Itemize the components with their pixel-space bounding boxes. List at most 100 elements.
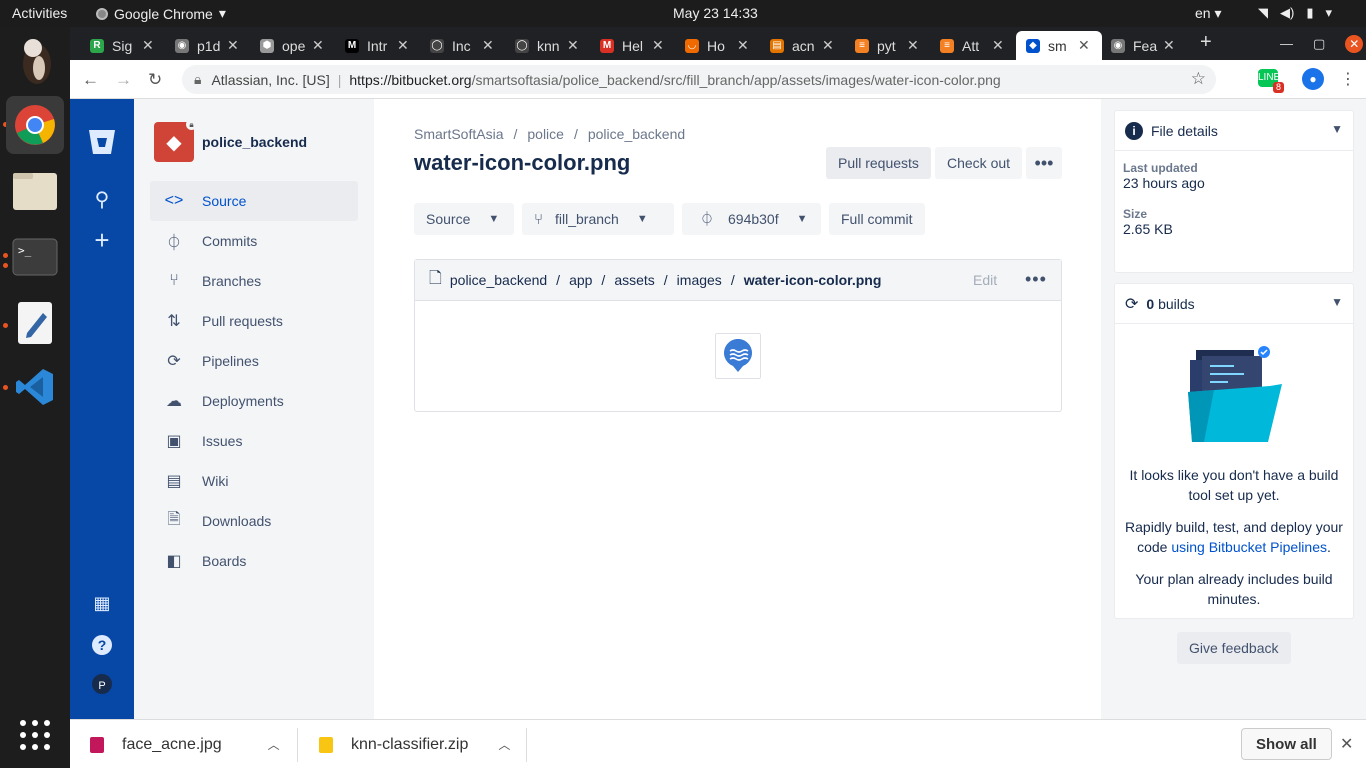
files-app-icon[interactable] xyxy=(6,162,64,220)
close-tab-icon[interactable]: ✕ xyxy=(1163,37,1175,54)
sidebar-item-wiki[interactable]: ▤ Wiki xyxy=(150,461,358,501)
file-more-actions-icon[interactable]: ••• xyxy=(1025,269,1047,290)
address-toolbar: ← → ↻ 🔒︎ Atlassian, Inc. [US] | https://… xyxy=(70,60,1366,99)
clock[interactable]: May 23 14:33 xyxy=(673,5,758,21)
language-indicator[interactable]: en ▾ xyxy=(1195,5,1222,22)
close-tab-icon[interactable]: ✕ xyxy=(1078,37,1090,54)
download-item[interactable]: knn-classifier.zip ︿ xyxy=(319,720,510,768)
close-tab-icon[interactable]: ✕ xyxy=(482,37,494,54)
browser-tab[interactable]: M Intr ✕ xyxy=(335,31,415,60)
give-feedback-button[interactable]: Give feedback xyxy=(1177,632,1291,664)
builds-header[interactable]: ⟳ 0 builds ▼ xyxy=(1115,284,1353,324)
user-avatar[interactable]: P xyxy=(90,672,114,696)
breadcrumb-project[interactable]: police xyxy=(527,126,564,142)
file-details-header[interactable]: i File details ▼ xyxy=(1115,111,1353,151)
breadcrumb-workspace[interactable]: SmartSoftAsia xyxy=(414,126,503,142)
pipelines-link[interactable]: using Bitbucket Pipelines xyxy=(1171,539,1327,555)
browser-tab[interactable]: R Sig ✕ xyxy=(80,31,160,60)
path-segment[interactable]: assets xyxy=(614,272,654,288)
sidebar-item-source[interactable]: <> Source xyxy=(150,181,358,221)
close-tab-icon[interactable]: ✕ xyxy=(142,37,154,54)
chevron-up-icon: ︿ xyxy=(498,738,511,752)
more-actions-icon[interactable]: ••• xyxy=(1026,147,1062,179)
bitbucket-logo-icon[interactable] xyxy=(70,129,134,161)
system-status-icons[interactable]: ◥ ◀) ▮ ▾ xyxy=(1258,5,1332,21)
browser-tab[interactable]: ≡ Att ✕ xyxy=(930,31,1010,60)
show-all-downloads-button[interactable]: Show all xyxy=(1241,728,1332,760)
main-content: SmartSoftAsia / police / police_backend wate… xyxy=(374,99,1101,719)
sidebar-item-label: Branches xyxy=(202,273,262,289)
url-bar[interactable]: 🔒︎ Atlassian, Inc. [US] | https://bitbuc… xyxy=(182,65,1216,94)
repo-header[interactable]: ◆ 🔒︎ police_backend xyxy=(154,119,307,162)
sidebar-item-downloads[interactable]: 🗎 Downloads xyxy=(150,501,358,541)
browser-tab[interactable]: ◡ Ho ✕ xyxy=(675,31,755,60)
browser-tab[interactable]: ◯ knn ✕ xyxy=(505,31,585,60)
close-tab-icon[interactable]: ✕ xyxy=(737,37,749,54)
vscode-app-icon[interactable] xyxy=(6,358,64,416)
reload-icon[interactable]: ↻ xyxy=(148,70,162,90)
close-tab-icon[interactable]: ✕ xyxy=(227,37,239,54)
full-commit-button[interactable]: Full commit xyxy=(829,203,925,235)
close-shelf-icon[interactable]: ✕ xyxy=(1340,734,1353,754)
activities-button[interactable]: Activities xyxy=(12,5,67,21)
browser-tab[interactable]: ◉ Fea ✕ xyxy=(1101,31,1181,60)
close-window-icon[interactable]: ✕ xyxy=(1345,35,1364,53)
branch-select[interactable]: ⑂ fill_branch ▼ xyxy=(522,203,674,235)
chrome-app-icon[interactable] xyxy=(6,96,64,154)
maximize-icon[interactable]: ▢ xyxy=(1313,36,1325,53)
pull-requests-button[interactable]: Pull requests xyxy=(826,147,931,179)
sidebar-item-label: Pull requests xyxy=(202,313,283,329)
sidebar-item-branches[interactable]: ⑂ Branches xyxy=(150,261,358,301)
source-select[interactable]: Source ▼ xyxy=(414,203,514,235)
sidebar-item-boards[interactable]: ◧ Boards xyxy=(150,541,358,581)
browser-tab[interactable]: ▤ acn ✕ xyxy=(760,31,840,60)
chevron-down-icon: ▼ xyxy=(1331,295,1343,309)
help-icon[interactable]: ? xyxy=(70,633,134,656)
forward-icon[interactable]: → xyxy=(115,70,132,90)
sidebar-item-pipelines[interactable]: ⟳ Pipelines xyxy=(150,341,358,381)
app-menu[interactable]: Google Chrome ▾ xyxy=(96,5,226,22)
line-extension-icon[interactable]: LINE 8 xyxy=(1258,69,1284,93)
page-title: water-icon-color.png xyxy=(414,150,631,175)
close-tab-icon[interactable]: ✕ xyxy=(312,37,324,54)
minimize-icon[interactable]: — xyxy=(1280,36,1293,53)
tux-avatar-icon[interactable] xyxy=(6,31,64,89)
profile-avatar[interactable]: ● xyxy=(1302,68,1324,90)
close-tab-icon[interactable]: ✕ xyxy=(907,37,919,54)
browser-tab[interactable]: ≡ pyt ✕ xyxy=(845,31,925,60)
back-icon[interactable]: ← xyxy=(82,70,99,90)
path-segment[interactable]: police_backend xyxy=(450,272,547,288)
chrome-menu-icon[interactable]: ⋮ xyxy=(1340,69,1356,89)
browser-tab[interactable]: ◯ Inc ✕ xyxy=(420,31,500,60)
edit-button[interactable]: Edit xyxy=(973,272,997,288)
close-tab-icon[interactable]: ✕ xyxy=(567,37,579,54)
search-icon[interactable]: ⚲ xyxy=(70,187,134,212)
download-item[interactable]: face_acne.jpg ︿ xyxy=(90,720,280,768)
chevron-down-icon: ▼ xyxy=(488,213,500,225)
app-switcher-icon[interactable]: ▦ xyxy=(70,593,134,614)
close-tab-icon[interactable]: ✕ xyxy=(822,37,834,54)
bookmark-star-icon[interactable]: ☆ xyxy=(1191,69,1206,89)
sidebar-item-pull-requests[interactable]: ⇅ Pull requests xyxy=(150,301,358,341)
text-editor-app-icon[interactable] xyxy=(6,294,64,352)
terminal-app-icon[interactable]: >_ xyxy=(6,228,64,286)
close-tab-icon[interactable]: ✕ xyxy=(397,37,409,54)
chevron-down-icon: ▾ xyxy=(218,5,226,21)
browser-tab[interactable]: ◉ p1d ✕ xyxy=(165,31,245,60)
close-tab-icon[interactable]: ✕ xyxy=(652,37,664,54)
sidebar-item-deployments[interactable]: ☁ Deployments xyxy=(150,381,358,421)
new-tab-button[interactable]: + xyxy=(1200,31,1212,54)
create-icon[interactable]: + xyxy=(70,225,134,256)
path-segment[interactable]: app xyxy=(569,272,592,288)
browser-tab[interactable]: ◆ sm ✕ xyxy=(1016,31,1102,60)
path-segment[interactable]: images xyxy=(677,272,722,288)
sidebar-item-commits[interactable]: ⏀ Commits xyxy=(150,221,358,261)
check-out-button[interactable]: Check out xyxy=(935,147,1023,179)
app-grid-icon[interactable] xyxy=(6,706,64,764)
close-tab-icon[interactable]: ✕ xyxy=(992,37,1004,54)
commit-select[interactable]: ⏀ 694b30f ▼ xyxy=(682,203,821,235)
browser-tab[interactable]: M Hel ✕ xyxy=(590,31,670,60)
breadcrumb-repo[interactable]: police_backend xyxy=(588,126,685,142)
browser-tab[interactable]: ⬢ ope ✕ xyxy=(250,31,330,60)
sidebar-item-issues[interactable]: ▣ Issues xyxy=(150,421,358,461)
